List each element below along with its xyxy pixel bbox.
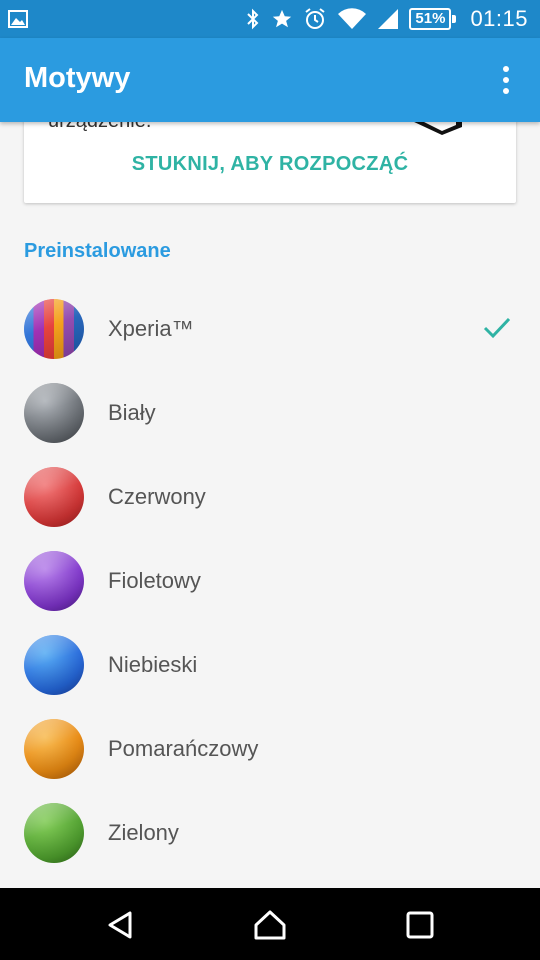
overflow-menu-icon[interactable]: [492, 64, 520, 96]
image-icon: [8, 10, 28, 33]
signal-icon: [377, 8, 399, 30]
green-theme-swatch-icon: [24, 803, 84, 863]
home-icon[interactable]: [253, 908, 287, 942]
tap-to-start-button[interactable]: STUKNIJ, ABY ROZPOCZĄĆ: [24, 153, 516, 176]
alarm-icon: [303, 7, 327, 31]
bluetooth-icon: [245, 8, 261, 30]
page-title: Motywy: [24, 62, 131, 94]
theme-label: Zielony: [108, 820, 179, 845]
theme-label: Niebieski: [108, 652, 198, 677]
star-icon: [271, 8, 293, 30]
app-bar: Motywy: [0, 38, 540, 122]
purple-theme-swatch-icon: [24, 551, 84, 611]
theme-label: Xperia™: [108, 316, 194, 341]
wifi-icon: [337, 8, 367, 30]
theme-label: Czerwony: [108, 484, 206, 509]
theme-item-pomaranczowy[interactable]: Pomarańczowy: [0, 710, 540, 794]
xperia-theme-swatch-icon: [24, 299, 84, 359]
theme-item-zielony[interactable]: Zielony: [0, 794, 540, 878]
clock: 01:15: [470, 6, 528, 31]
battery-icon: 51%: [409, 8, 457, 30]
theme-item-bialy[interactable]: Biały: [0, 374, 540, 458]
recents-icon[interactable]: [403, 908, 437, 942]
status-icons: 51% 01:15: [245, 0, 528, 38]
navigation-bar: [0, 888, 540, 960]
checkmark-icon: [482, 316, 512, 345]
back-icon[interactable]: [104, 908, 138, 942]
theme-label: Biały: [108, 400, 156, 425]
status-bar: 51% 01:15: [0, 0, 540, 38]
battery-level: 51%: [409, 8, 452, 30]
theme-item-xperia[interactable]: Xperia™: [0, 290, 540, 374]
red-theme-swatch-icon: [24, 467, 84, 527]
theme-item-niebieski[interactable]: Niebieski: [0, 626, 540, 710]
theme-item-fioletowy[interactable]: Fioletowy: [0, 542, 540, 626]
theme-item-czerwony[interactable]: Czerwony: [0, 458, 540, 542]
section-header-preinstalled: Preinstalowane: [24, 240, 171, 262]
orange-theme-swatch-icon: [24, 719, 84, 779]
theme-list: Xperia™ Biały Czerwony Fioletowy Niebies…: [0, 290, 540, 878]
theme-label: Fioletowy: [108, 568, 201, 593]
blue-theme-swatch-icon: [24, 635, 84, 695]
white-theme-swatch-icon: [24, 383, 84, 443]
theme-label: Pomarańczowy: [108, 736, 259, 761]
